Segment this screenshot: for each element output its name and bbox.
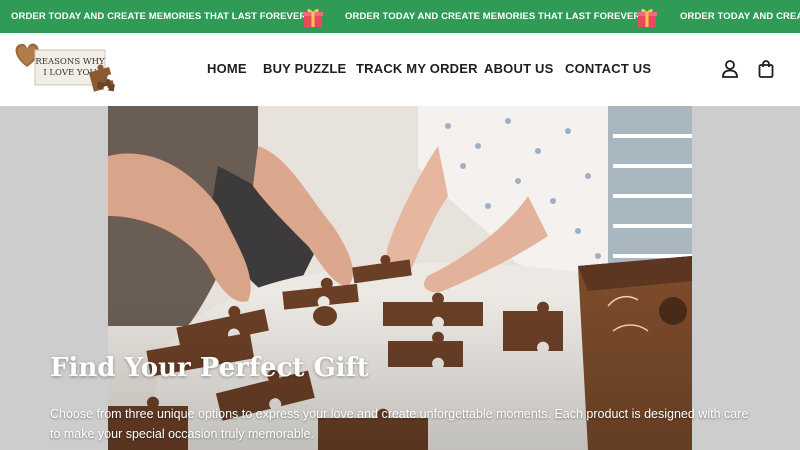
logo-text-line1: REASONS WHY <box>35 57 105 67</box>
announcement-text: ORDER TODAY AND CREATE MEMORIES THAT LAS… <box>680 11 800 22</box>
gift-box-icon <box>303 8 323 27</box>
announcement-item: ORDER TODAY AND CREATE MEMORIES THAT LAS… <box>345 0 644 33</box>
account-icon[interactable] <box>720 59 740 79</box>
hero-description: Choose from three unique options to expr… <box>50 407 749 441</box>
hero-image <box>108 106 692 450</box>
hero-section: Find Your Perfect Gift Choose from three… <box>0 106 800 450</box>
nav-about-us[interactable]: ABOUT US <box>484 61 554 76</box>
announcement-text: ORDER TODAY AND CREATE MEMORIES THAT LAS… <box>11 11 310 22</box>
nav-track-my-order[interactable]: TRACK MY ORDER <box>356 61 478 76</box>
nav-buy-puzzle[interactable]: BUY PUZZLE <box>263 61 346 76</box>
announcement-text: ORDER TODAY AND CREATE MEMORIES THAT LAS… <box>345 11 644 22</box>
site-header: REASONS WHY I LOVE YOU HOME BUY PUZZLE T… <box>0 33 800 106</box>
cart-icon[interactable] <box>756 59 776 79</box>
logo-text-line2: I LOVE YOU <box>43 68 96 78</box>
announcement-item: ORDER TODAY AND CREATE MEMORIES THAT LAS… <box>11 0 310 33</box>
announcement-bar: ORDER TODAY AND CREATE MEMORIES THAT LAS… <box>0 0 800 33</box>
nav-contact-us[interactable]: CONTACT US <box>565 61 651 76</box>
site-logo[interactable]: REASONS WHY I LOVE YOU <box>11 39 127 101</box>
hero-title: Find Your Perfect Gift <box>50 353 369 383</box>
nav-home[interactable]: HOME <box>207 61 247 76</box>
gift-box-icon <box>637 8 657 27</box>
announcement-item: ORDER TODAY AND CREATE MEMORIES THAT LAS… <box>680 0 800 33</box>
